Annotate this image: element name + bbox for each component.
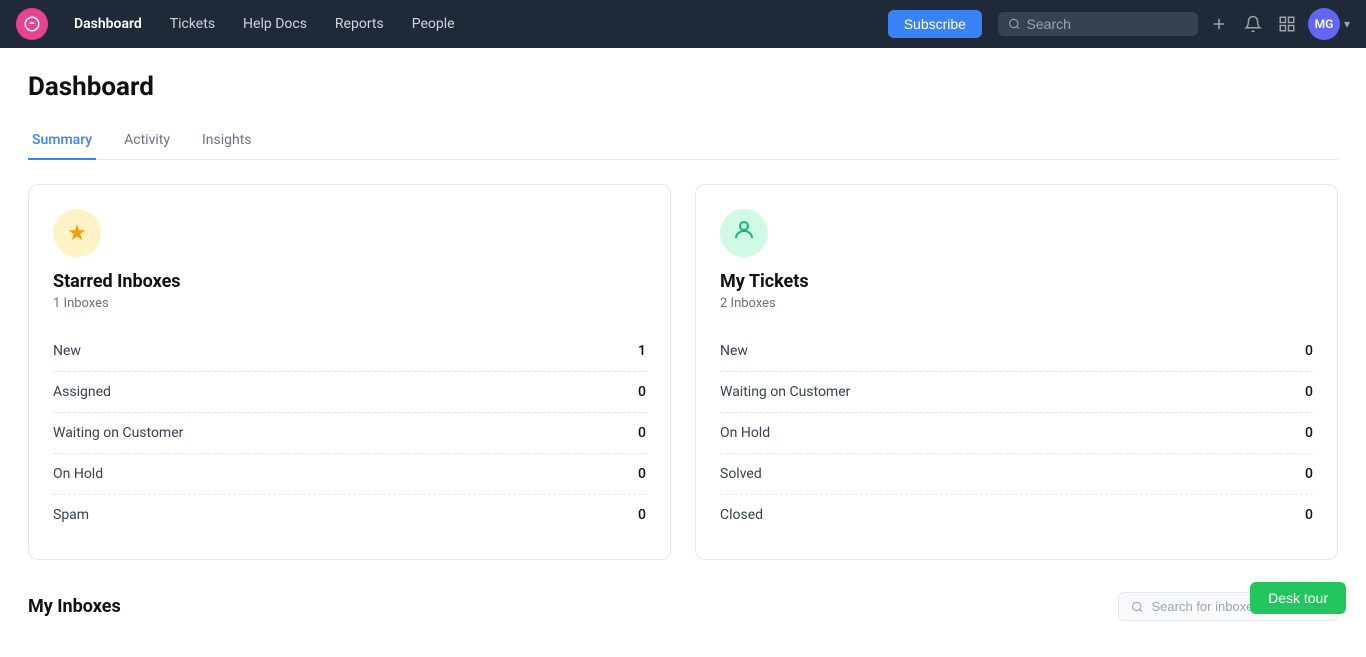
- nav-link-help-docs[interactable]: Help Docs: [233, 12, 317, 36]
- search-icon: [1008, 17, 1021, 31]
- stat-row: Assigned 0: [53, 372, 646, 413]
- stat-value: 0: [1305, 343, 1313, 359]
- stat-row: Solved 0: [720, 454, 1313, 495]
- star-icon: ★: [67, 221, 87, 246]
- my-tickets-subtitle: 2 Inboxes: [720, 296, 1313, 311]
- starred-inboxes-title: Starred Inboxes: [53, 271, 646, 292]
- my-inboxes-title: My Inboxes: [28, 596, 121, 617]
- my-tickets-icon-wrap: [720, 209, 768, 257]
- stat-value: 0: [638, 425, 646, 441]
- my-tickets-card: My Tickets 2 Inboxes New 0 Waiting on Cu…: [695, 184, 1338, 560]
- stat-label: On Hold: [53, 466, 103, 482]
- main-content: Dashboard Summary Activity Insights ★ St…: [0, 48, 1366, 657]
- stat-label: Spam: [53, 507, 89, 523]
- stat-row: Closed 0: [720, 495, 1313, 535]
- person-icon: [732, 218, 756, 248]
- stat-label: Waiting on Customer: [720, 384, 850, 400]
- nav-link-tickets[interactable]: Tickets: [160, 12, 225, 36]
- stat-value: 0: [638, 466, 646, 482]
- stat-row: Spam 0: [53, 495, 646, 535]
- starred-inboxes-card: ★ Starred Inboxes 1 Inboxes New 1 Assign…: [28, 184, 671, 560]
- stat-label: On Hold: [720, 425, 770, 441]
- nav-link-people[interactable]: People: [402, 12, 465, 36]
- user-menu[interactable]: MG ▾: [1308, 8, 1350, 40]
- stat-value: 0: [1305, 425, 1313, 441]
- search-bar[interactable]: [998, 12, 1198, 36]
- tabs-bar: Summary Activity Insights: [28, 122, 1338, 160]
- cards-row: ★ Starred Inboxes 1 Inboxes New 1 Assign…: [28, 184, 1338, 560]
- notifications-button[interactable]: [1240, 11, 1266, 37]
- tab-activity[interactable]: Activity: [120, 122, 174, 160]
- inboxes-search-icon: [1131, 600, 1144, 614]
- stat-row: On Hold 0: [720, 413, 1313, 454]
- app-logo[interactable]: [16, 8, 48, 40]
- avatar[interactable]: MG: [1308, 8, 1340, 40]
- stat-value: 0: [1305, 507, 1313, 523]
- tab-summary[interactable]: Summary: [28, 122, 96, 160]
- tab-insights[interactable]: Insights: [198, 122, 256, 160]
- stat-value: 0: [1305, 466, 1313, 482]
- my-tickets-stats: New 0 Waiting on Customer 0 On Hold 0 So…: [720, 331, 1313, 535]
- stat-label: Assigned: [53, 384, 111, 400]
- add-button[interactable]: [1206, 11, 1232, 37]
- stat-label: New: [720, 343, 748, 359]
- stat-label: Waiting on Customer: [53, 425, 183, 441]
- my-inboxes-header: My Inboxes: [28, 592, 1338, 621]
- nav-link-dashboard[interactable]: Dashboard: [64, 12, 152, 36]
- subscribe-button[interactable]: Subscribe: [888, 10, 982, 38]
- stat-row: Waiting on Customer 0: [53, 413, 646, 454]
- stat-value: 0: [1305, 384, 1313, 400]
- chevron-down-icon: ▾: [1344, 17, 1350, 31]
- stat-label: New: [53, 343, 81, 359]
- stat-value: 0: [638, 507, 646, 523]
- stat-row: New 1: [53, 331, 646, 372]
- search-input[interactable]: [1027, 16, 1188, 32]
- stat-label: Solved: [720, 466, 762, 482]
- page-title: Dashboard: [28, 72, 1338, 102]
- stat-row: New 0: [720, 331, 1313, 372]
- stat-value: 1: [638, 343, 646, 359]
- stat-row: Waiting on Customer 0: [720, 372, 1313, 413]
- starred-inboxes-subtitle: 1 Inboxes: [53, 296, 646, 311]
- my-tickets-title: My Tickets: [720, 271, 1313, 292]
- stat-row: On Hold 0: [53, 454, 646, 495]
- grid-button[interactable]: [1274, 11, 1300, 37]
- starred-stats: New 1 Assigned 0 Waiting on Customer 0 O…: [53, 331, 646, 535]
- nav-link-reports[interactable]: Reports: [325, 12, 394, 36]
- desk-tour-button[interactable]: Desk tour: [1250, 582, 1346, 614]
- starred-icon-wrap: ★: [53, 209, 101, 257]
- stat-value: 0: [638, 384, 646, 400]
- stat-label: Closed: [720, 507, 763, 523]
- navbar: Dashboard Tickets Help Docs Reports Peop…: [0, 0, 1366, 48]
